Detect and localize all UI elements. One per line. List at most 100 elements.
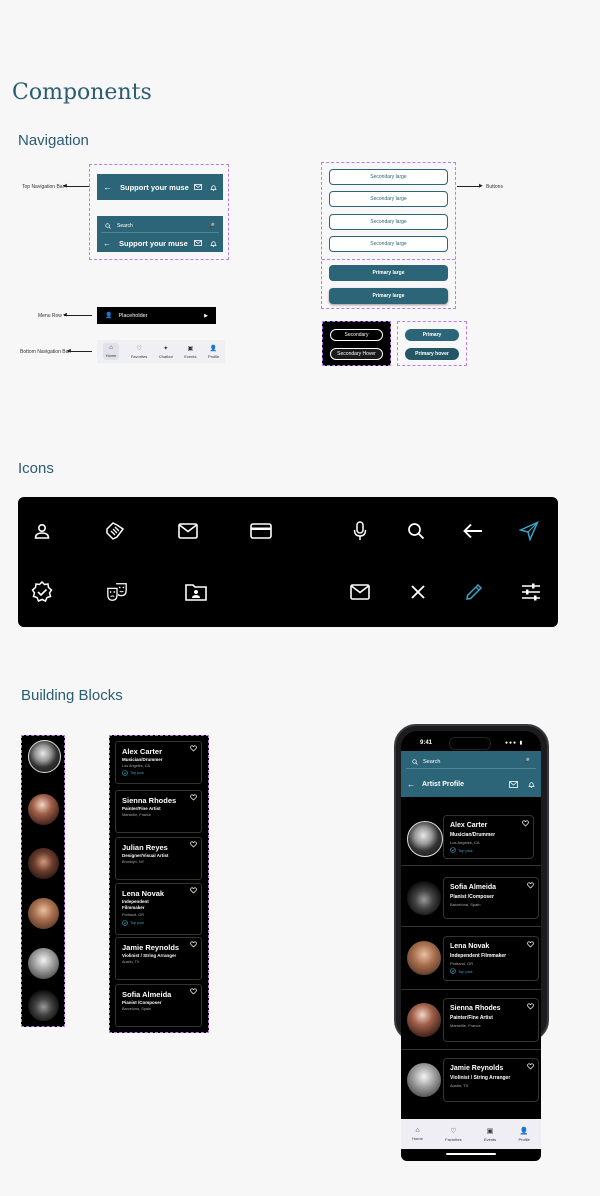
artist-card[interactable]: Lena Novak Independent Filmmaker Portlan… <box>115 883 202 935</box>
bottom-nav-label: Favorites <box>130 353 148 359</box>
mail-icon[interactable] <box>194 240 202 246</box>
avatar[interactable] <box>28 848 59 879</box>
profile-card[interactable]: Alex Carter Musician/Drummer Los Angeles… <box>443 815 534 859</box>
artist-name: Alex Carter <box>122 747 163 756</box>
events-icon: ▣ <box>187 345 194 352</box>
back-arrow-icon[interactable]: ← <box>407 780 415 789</box>
mail-icon[interactable] <box>194 184 202 190</box>
artist-name: Sienna Rhodes <box>122 796 177 805</box>
heart-icon[interactable] <box>190 794 197 801</box>
heart-icon[interactable] <box>527 882 534 889</box>
phone-nav-events[interactable]: ▣ Events <box>484 1127 496 1142</box>
primary-hover-button[interactable]: Primary hover <box>405 348 459 360</box>
bottom-nav-favorites[interactable]: ♡ Favorites <box>131 345 147 359</box>
profile-avatar[interactable] <box>407 881 441 915</box>
topbar-title: Support your muse <box>119 238 188 248</box>
bottom-nav-home[interactable]: ⌂ Home <box>102 343 120 360</box>
artist-card[interactable]: Julian Reyes Designer/Visual Artist Broo… <box>115 837 202 880</box>
mic-icon[interactable]: 🎤 <box>208 223 215 230</box>
heart-icon[interactable] <box>190 841 197 848</box>
profile-avatar[interactable] <box>407 1063 441 1097</box>
buttons-label: Buttons <box>486 184 503 190</box>
profile-avatar[interactable] <box>407 941 441 975</box>
person-icon: 👤 <box>105 313 113 319</box>
top-navigation-bar-with-search: Search 🎤 ← Support your muse <box>97 216 223 252</box>
artist-card[interactable]: Sofia Almeida Pianist /Composer Barcelon… <box>115 984 202 1027</box>
profile-card[interactable]: Lena Novak Independent Filmmaker Portlan… <box>443 936 539 981</box>
primary-large-button[interactable]: Primary large <box>329 288 448 304</box>
heart-icon[interactable] <box>527 1003 534 1010</box>
verified-badge-icon <box>450 847 456 853</box>
heart-icon[interactable] <box>190 941 197 948</box>
phone-nav-favorites[interactable]: ♡ Favorites <box>445 1127 461 1142</box>
avatar[interactable] <box>28 990 59 1021</box>
avatar[interactable] <box>28 948 59 979</box>
artist-card[interactable]: Jamie Reynolds Violinist / String Arrang… <box>115 937 202 980</box>
heart-icon[interactable] <box>527 1063 534 1070</box>
profile-avatar[interactable] <box>407 1003 441 1037</box>
heart-icon[interactable] <box>190 887 197 894</box>
avatar[interactable] <box>28 898 59 929</box>
artist-role: Pianist /Composer <box>122 1000 162 1005</box>
heart-icon: ♡ <box>450 1127 457 1135</box>
avatar[interactable] <box>28 794 59 825</box>
back-arrow-icon[interactable]: ← <box>103 182 112 192</box>
bottom-nav-label: Home <box>105 353 117 358</box>
phone-screen: 9:41 ●●● ▮ Search 🎤 ← Artist Profile Ale… <box>401 731 541 1161</box>
profile-avatar[interactable] <box>407 821 443 857</box>
profile-role: Painter/Fine Artist <box>450 1015 493 1021</box>
primary-buttons-frame: Primary Primary hover <box>397 321 467 366</box>
artist-location: Barcelona, Spain <box>122 1007 151 1011</box>
phone-nav-label: Home <box>412 1136 423 1141</box>
secondary-hover-button[interactable]: Secondary Hover <box>330 348 383 360</box>
heart-icon[interactable] <box>527 941 534 948</box>
bell-icon[interactable] <box>210 240 217 247</box>
bell-icon[interactable] <box>528 781 535 788</box>
profile-card[interactable]: Sofia Almeida Pianist /Composer Barcelon… <box>443 877 539 919</box>
primary-button[interactable]: Primary <box>405 329 459 341</box>
heart-icon[interactable] <box>522 820 529 827</box>
credit-card-icon <box>250 520 272 542</box>
bottom-nav-events[interactable]: ▣ Events <box>184 345 196 359</box>
profile-role: Violinist / String Arranger <box>450 1075 511 1081</box>
secondary-large-button[interactable]: Secondary large <box>329 236 448 252</box>
profile-card[interactable]: Jamie Reynolds Violinist / String Arrang… <box>443 1058 539 1102</box>
phone-nav-label: Events <box>483 1136 497 1142</box>
back-arrow-icon[interactable]: ← <box>103 239 111 248</box>
bottom-nav-label: Bottom Navigation Bar <box>20 349 71 355</box>
phone-nav-label: Profile <box>518 1136 530 1142</box>
secondary-large-button[interactable]: Secondary large <box>329 191 448 207</box>
mic-icon[interactable]: 🎤 <box>523 758 530 765</box>
artist-card[interactable]: Alex Carter Musician/Drummer Los Angeles… <box>115 741 202 784</box>
phone-search-bar[interactable]: Search 🎤 <box>406 755 536 769</box>
profile-card[interactable]: Sienna Rhodes Painter/Fine Artist Marsei… <box>443 998 539 1042</box>
search-bar[interactable]: Search 🎤 <box>101 220 219 233</box>
phone-nav-profile[interactable]: 👤 Profile <box>518 1127 529 1142</box>
secondary-button[interactable]: Secondary <box>330 329 383 341</box>
handshake-icon <box>104 520 126 542</box>
events-icon: ▣ <box>486 1127 494 1135</box>
bell-icon[interactable] <box>210 184 217 191</box>
heart-icon[interactable] <box>190 988 197 995</box>
secondary-large-button[interactable]: Secondary large <box>329 214 448 230</box>
mail-icon[interactable] <box>509 780 518 788</box>
top-nav-frame: ← Support your muse Search 🎤 ← Support y… <box>89 164 229 260</box>
phone-nav-home[interactable]: ⌂ Home <box>412 1127 423 1141</box>
artist-role: Musician/Drummer <box>122 757 163 762</box>
bottom-nav-profile[interactable]: 👤 Profile <box>208 345 219 359</box>
avatar[interactable] <box>28 740 61 773</box>
bottom-nav-chatbot[interactable]: ✦ Chatbot <box>159 345 173 359</box>
pencil-icon <box>463 581 485 603</box>
artist-card[interactable]: Sienna Rhodes Painter/Fine Artist Marsei… <box>115 790 202 833</box>
divider <box>401 989 541 990</box>
top-pick-badge: Top pick <box>122 770 144 776</box>
profile-location: Barcelona, Spain <box>450 902 481 907</box>
secondary-large-button[interactable]: Secondary large <box>329 169 448 185</box>
menu-row[interactable]: 👤 Placeholder ▶ <box>97 307 216 324</box>
primary-large-button[interactable]: Primary large <box>329 265 448 281</box>
arrow-head-icon: ◀ <box>63 183 67 189</box>
top-pick-badge: Top pick <box>122 920 144 926</box>
person-icon: 👤 <box>209 345 218 352</box>
heart-icon[interactable] <box>190 745 197 752</box>
artist-role: Designer/Visual Artist <box>122 853 169 858</box>
